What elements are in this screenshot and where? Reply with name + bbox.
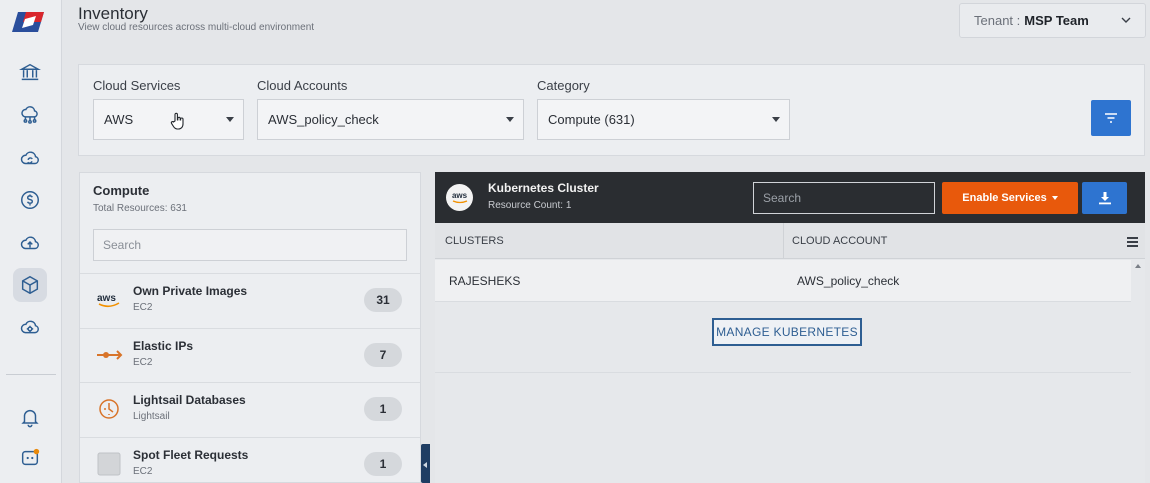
column-divider — [783, 223, 784, 259]
caret-down-icon — [506, 117, 514, 122]
manage-kubernetes-button[interactable]: MANAGE KUBERNETES — [712, 318, 862, 346]
list-item[interactable]: Elastic IPs EC2 7 — [80, 328, 420, 382]
hand-cursor-icon — [170, 112, 184, 130]
aws-badge-icon: aws — [446, 184, 473, 211]
list-item-name: Spot Fleet Requests — [133, 448, 249, 462]
column-header-cloud-account[interactable]: CLOUD ACCOUNT — [792, 235, 887, 247]
cloud-settings-icon[interactable] — [13, 311, 47, 345]
compute-panel: Compute Total Resources: 631 aws Own Pri… — [79, 172, 421, 483]
sidebar — [0, 0, 62, 483]
tenant-select[interactable]: Tenant : MSP Team — [959, 3, 1146, 38]
cloud-network-icon[interactable] — [13, 98, 47, 132]
enable-services-label: Enable Services — [962, 192, 1047, 204]
count-badge: 31 — [364, 288, 402, 312]
list-item[interactable]: aws Own Private Images EC2 31 — [80, 273, 420, 327]
cluster-cell: RAJESHEKS — [449, 274, 521, 288]
page-subtitle: View cloud resources across multi-cloud … — [78, 22, 315, 33]
download-button[interactable] — [1082, 182, 1127, 214]
cloud-accounts-value: AWS_policy_check — [268, 112, 379, 127]
sidebar-divider — [6, 374, 56, 375]
cloud-account-cell: AWS_policy_check — [797, 274, 900, 288]
svg-text:aws: aws — [97, 293, 116, 304]
cube-icon[interactable] — [13, 268, 47, 302]
cloud-sync-icon[interactable] — [13, 141, 47, 175]
list-item-sub: EC2 — [133, 466, 153, 477]
category-select[interactable]: Compute (631) — [537, 99, 790, 140]
cloud-services-select[interactable]: AWS — [93, 99, 244, 140]
chevron-down-icon — [1121, 17, 1131, 23]
category-value: Compute (631) — [548, 112, 635, 127]
tenant-label: Tenant : — [974, 13, 1021, 28]
column-menu-icon[interactable] — [1127, 237, 1138, 249]
compute-title: Compute — [93, 183, 150, 198]
kubernetes-header: aws Kubernetes Cluster Resource Count: 1… — [435, 172, 1145, 223]
elastic-ip-icon — [94, 342, 124, 368]
aws-logo-icon: aws — [94, 287, 124, 313]
caret-down-icon — [772, 117, 780, 122]
aws-badge-text: aws — [451, 191, 468, 200]
tenant-value: MSP Team — [1024, 13, 1089, 28]
kubernetes-title: Kubernetes Cluster — [488, 181, 599, 195]
app-logo[interactable] — [12, 10, 50, 34]
enable-services-button[interactable]: Enable Services — [942, 182, 1078, 214]
page-title: Inventory — [78, 4, 148, 23]
list-item-sub: EC2 — [133, 302, 153, 313]
kubernetes-panel: aws Kubernetes Cluster Resource Count: 1… — [435, 172, 1145, 483]
table-row[interactable]: RAJESHEKS AWS_policy_check — [435, 260, 1131, 302]
spot-fleet-icon — [94, 451, 124, 477]
cloud-accounts-label: Cloud Accounts — [257, 78, 348, 93]
caret-down-icon — [226, 117, 234, 122]
compute-search-input[interactable] — [93, 229, 407, 261]
lightsail-icon — [94, 396, 124, 422]
list-item[interactable]: Spot Fleet Requests EC2 1 — [80, 437, 420, 482]
chat-icon[interactable] — [13, 441, 47, 475]
cloud-accounts-select[interactable]: AWS_policy_check — [257, 99, 524, 140]
list-item-sub: Lightsail — [133, 411, 170, 422]
dollar-icon[interactable] — [13, 183, 47, 217]
cloud-upload-icon[interactable] — [13, 226, 47, 260]
filter-button[interactable] — [1091, 100, 1131, 136]
bell-icon[interactable] — [13, 400, 47, 434]
collapse-panel-handle[interactable] — [421, 444, 430, 483]
list-item-name: Own Private Images — [133, 284, 248, 298]
filter-panel: Cloud Services AWS Cloud Accounts AWS_po… — [78, 64, 1145, 156]
count-badge: 1 — [364, 452, 402, 476]
count-badge: 1 — [364, 397, 402, 421]
list-item-name: Elastic IPs — [133, 339, 194, 353]
list-item-name: Lightsail Databases — [133, 393, 246, 407]
table-scrollbar[interactable] — [1132, 260, 1145, 483]
bank-icon[interactable] — [13, 55, 47, 89]
column-header-clusters[interactable]: CLUSTERS — [445, 235, 504, 247]
resource-count: Resource Count: 1 — [488, 200, 572, 211]
table-header: CLUSTERS CLOUD ACCOUNT — [435, 223, 1145, 259]
cloud-services-value: AWS — [104, 112, 134, 127]
cloud-services-label: Cloud Services — [93, 78, 181, 93]
caret-down-icon — [1051, 196, 1058, 200]
filter-icon — [1105, 113, 1117, 123]
page-header: Inventory View cloud resources across mu… — [62, 0, 1150, 48]
download-icon — [1098, 192, 1111, 205]
manage-area: MANAGE KUBERNETES — [435, 303, 1131, 373]
category-label: Category — [537, 78, 590, 93]
list-item-sub: EC2 — [133, 357, 153, 368]
kubernetes-search-input[interactable] — [753, 182, 935, 214]
list-item[interactable]: Lightsail Databases Lightsail 1 — [80, 382, 420, 436]
compute-total: Total Resources: 631 — [93, 203, 187, 214]
count-badge: 7 — [364, 343, 402, 367]
